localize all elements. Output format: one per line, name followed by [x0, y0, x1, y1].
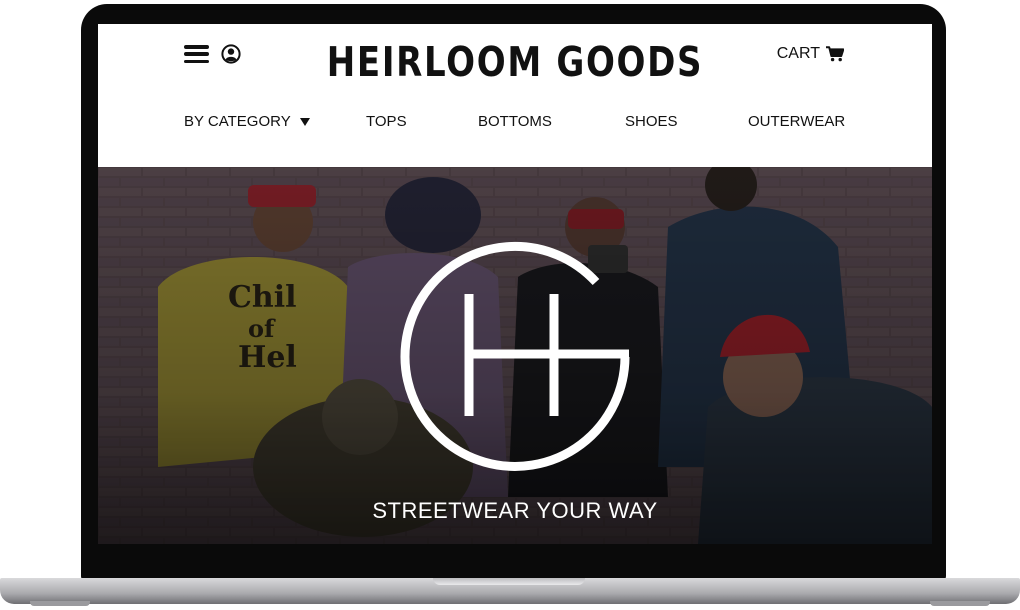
laptop-foot-right — [930, 601, 990, 606]
nav-by-category-dropdown[interactable]: BY CATEGORY — [184, 113, 310, 130]
nav-item-outerwear[interactable]: OUTERWEAR — [748, 113, 845, 130]
hero-banner[interactable]: Chil of Hel — [98, 167, 932, 544]
nav-by-category-label: BY CATEGORY — [184, 113, 291, 130]
nav-item-bottoms[interactable]: BOTTOMS — [478, 113, 552, 130]
cart-label: CART — [776, 45, 820, 62]
browser-viewport: HEIRLOOM GOODS CART BY CATEGORY TOPS BOT… — [98, 24, 932, 544]
laptop-foot-left — [30, 601, 90, 606]
category-nav: BY CATEGORY TOPS BOTTOMS SHOES OUTERWEAR — [98, 113, 932, 135]
laptop-base — [0, 578, 1020, 604]
brand-logo-text[interactable]: HEIRLOOM GOODS — [169, 38, 861, 86]
nav-item-shoes[interactable]: SHOES — [625, 113, 678, 130]
hero-tagline: STREETWEAR YOUR WAY — [372, 498, 658, 523]
laptop-base-notch — [433, 578, 585, 585]
cart-button[interactable]: CART — [777, 45, 844, 63]
shopping-cart-icon — [826, 46, 844, 62]
hg-monogram-logo — [400, 242, 630, 471]
caret-down-icon — [299, 118, 310, 127]
nav-item-tops[interactable]: TOPS — [366, 113, 407, 130]
laptop-frame: HEIRLOOM GOODS CART BY CATEGORY TOPS BOT… — [81, 4, 946, 582]
